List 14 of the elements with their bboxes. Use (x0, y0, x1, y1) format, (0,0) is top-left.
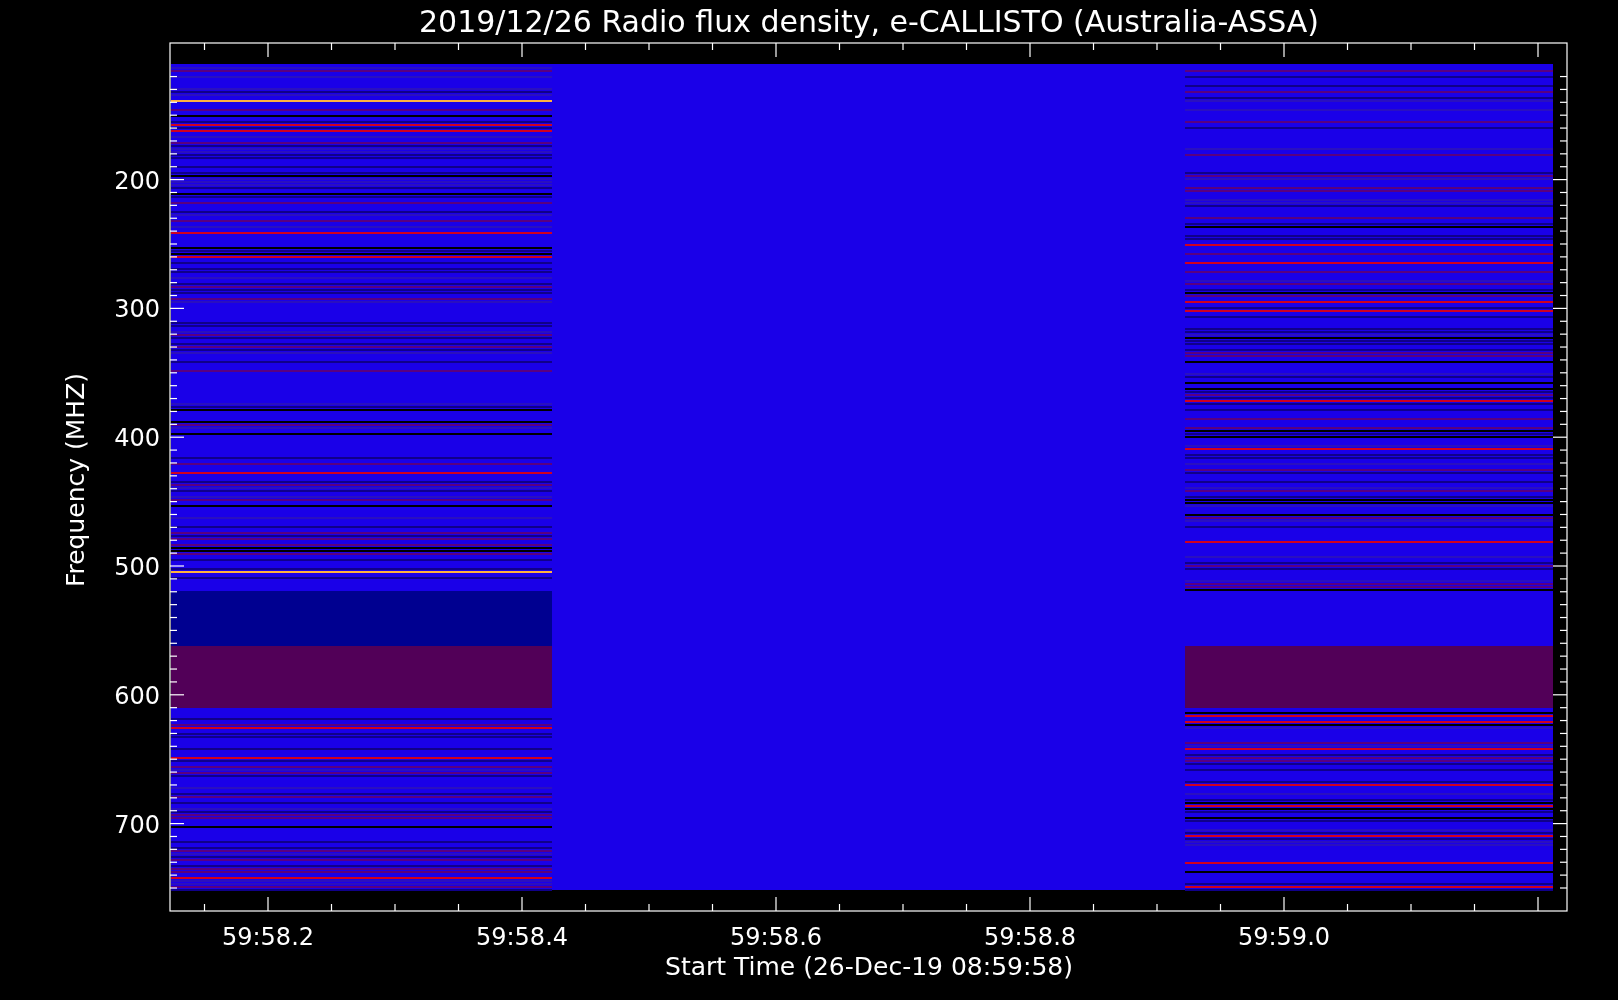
axis-tick-label: 500 (114, 553, 160, 581)
chart-title: 2019/12/26 Radio flux density, e-CALLISTO (Australia-ASSA) (418, 4, 1320, 39)
axis-tick-label: 59:58.4 (475, 923, 569, 951)
axis-tick-label: 59:59.0 (1237, 923, 1331, 951)
axis-tick-label: 59:58.6 (729, 923, 823, 951)
axis-title: Frequency (MHZ) (61, 372, 90, 588)
axis-tick-label: 59:58.8 (983, 923, 1077, 951)
axis-tick-label: 400 (114, 424, 160, 453)
axis-tick-label: 700 (114, 810, 160, 839)
axis-tick-label: 59:58.2 (221, 923, 315, 951)
axis-tick-label: 300 (114, 295, 160, 324)
axis-tick-label: 600 (114, 681, 160, 710)
axis-title: Start Time (26-Dec-19 08:59:58) (665, 952, 1073, 981)
axis-tick-label: 200 (114, 166, 160, 195)
